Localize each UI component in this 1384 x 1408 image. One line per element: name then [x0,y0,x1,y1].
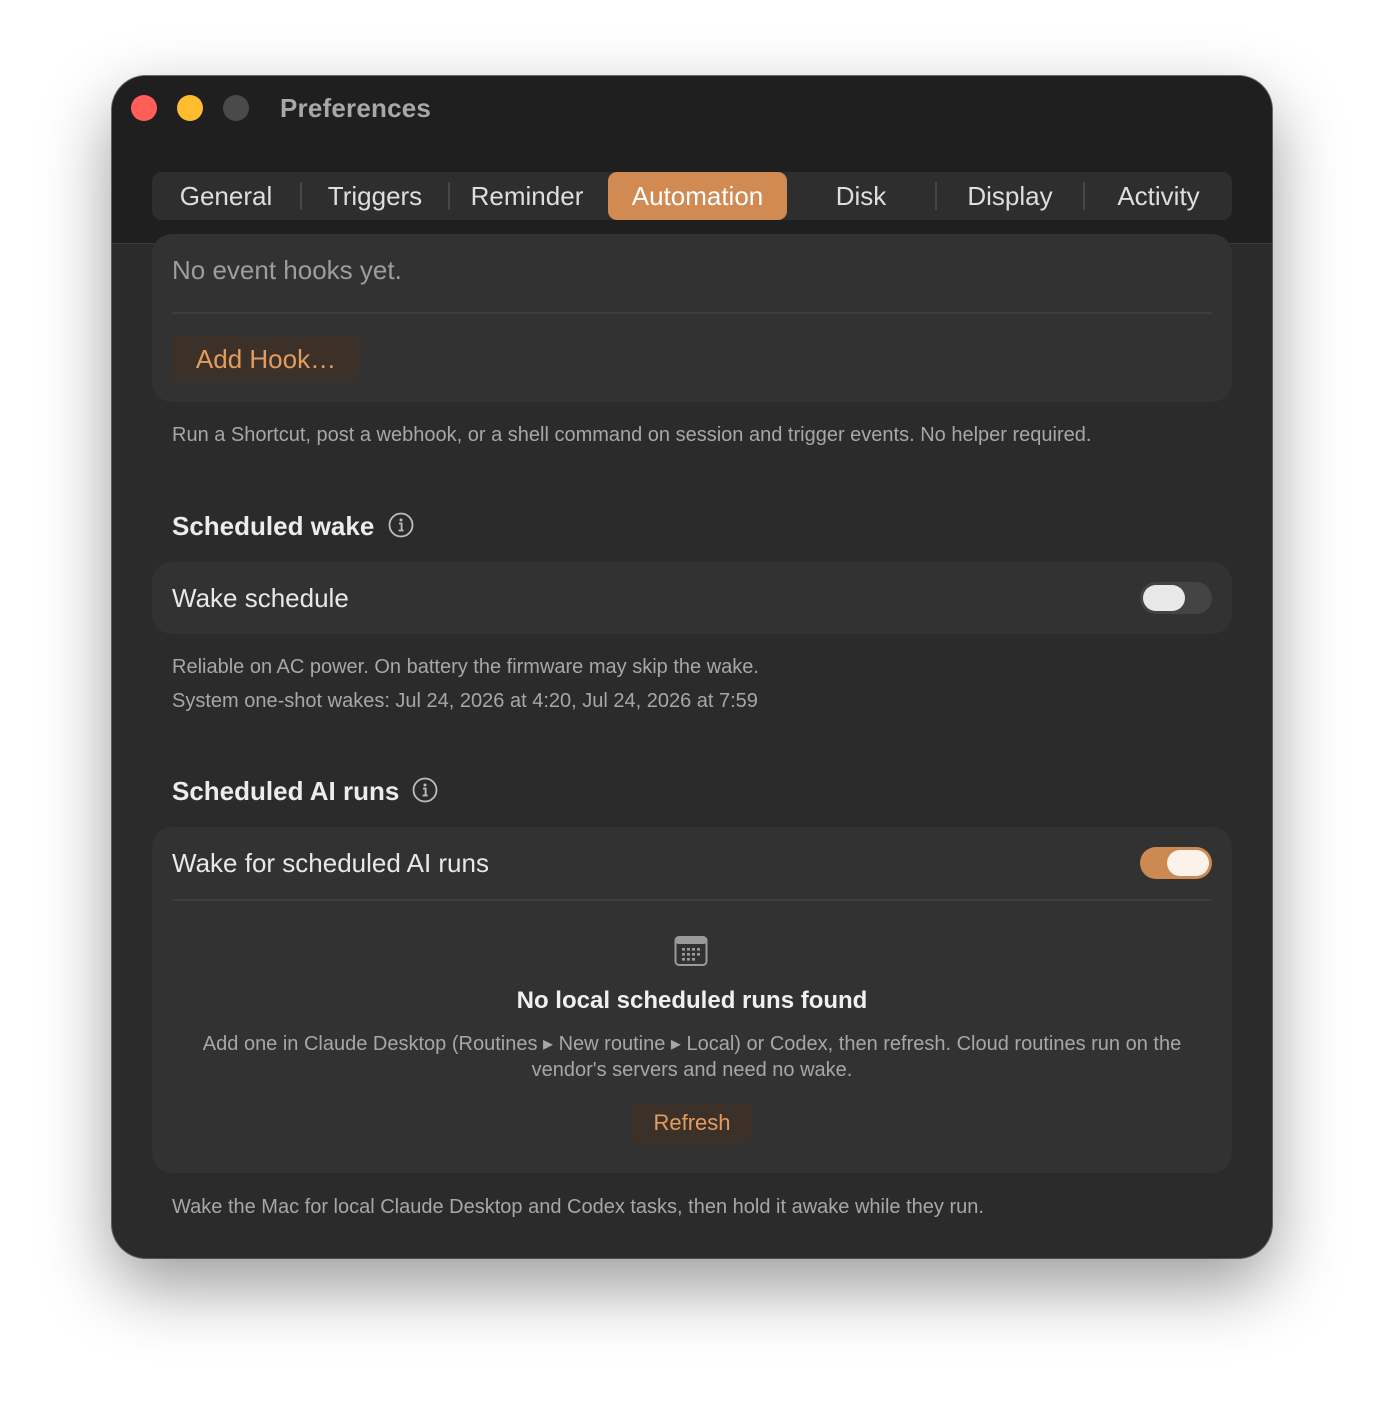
scheduled-wake-heading: Scheduled wake [172,511,375,541]
empty-state-title: No local scheduled runs found [516,987,868,1014]
tab-triggers[interactable]: Triggers [302,172,448,220]
tab-reminder[interactable]: Reminder [450,172,604,220]
ai-runs-caption: Wake the Mac for local Claude Desktop an… [172,1196,984,1218]
toolbar: General Triggers Reminder Automation Dis… [112,140,1272,244]
info-circle-icon[interactable] [412,777,438,803]
automation-pane: No event hooks yet. Add Hook… Run a Shor… [112,234,1272,1258]
card-divider [172,899,1212,901]
wake-caption-system-wakes: System one-shot wakes: Jul 24, 2026 at 4… [172,690,758,712]
wake-ai-runs-label: Wake for scheduled AI runs [172,848,489,878]
refresh-button[interactable]: Refresh [632,1103,752,1143]
zoom-window-button[interactable] [223,95,249,121]
tab-disk[interactable]: Disk [787,172,935,220]
scheduled-ai-heading: Scheduled AI runs [172,776,400,806]
empty-state-description: Add one in Claude Desktop (Routines ▸ Ne… [202,1033,1182,1081]
calendar-icon [674,936,708,966]
tab-general[interactable]: General [152,172,300,220]
tab-display[interactable]: Display [937,172,1083,220]
toggle-knob [1167,850,1209,876]
tab-bar: General Triggers Reminder Automation Dis… [152,172,1232,220]
hooks-caption: Run a Shortcut, post a webhook, or a she… [172,424,1092,446]
preferences-window: Preferences General Triggers Reminder Au… [112,76,1272,1258]
add-hook-button[interactable]: Add Hook… [172,336,360,382]
wake-schedule-label: Wake schedule [172,583,349,613]
wake-caption-power: Reliable on AC power. On battery the fir… [172,656,759,678]
title-bar: Preferences [112,76,1272,140]
window-title: Preferences [280,93,432,123]
wake-schedule-toggle[interactable] [1140,582,1212,614]
tab-automation[interactable]: Automation [608,172,787,220]
no-hooks-text: No event hooks yet. [172,255,402,285]
info-circle-icon[interactable] [388,512,414,538]
minimize-window-button[interactable] [177,95,203,121]
wake-ai-runs-toggle[interactable] [1140,847,1212,879]
toggle-knob [1143,585,1185,611]
event-hooks-card: No event hooks yet. Add Hook… [152,234,1232,402]
scheduled-ai-card: Wake for scheduled AI runs No local sche… [152,827,1232,1173]
wake-schedule-card: Wake schedule [152,562,1232,634]
tab-activity[interactable]: Activity [1085,172,1232,220]
close-window-button[interactable] [131,95,157,121]
card-divider [172,312,1212,314]
